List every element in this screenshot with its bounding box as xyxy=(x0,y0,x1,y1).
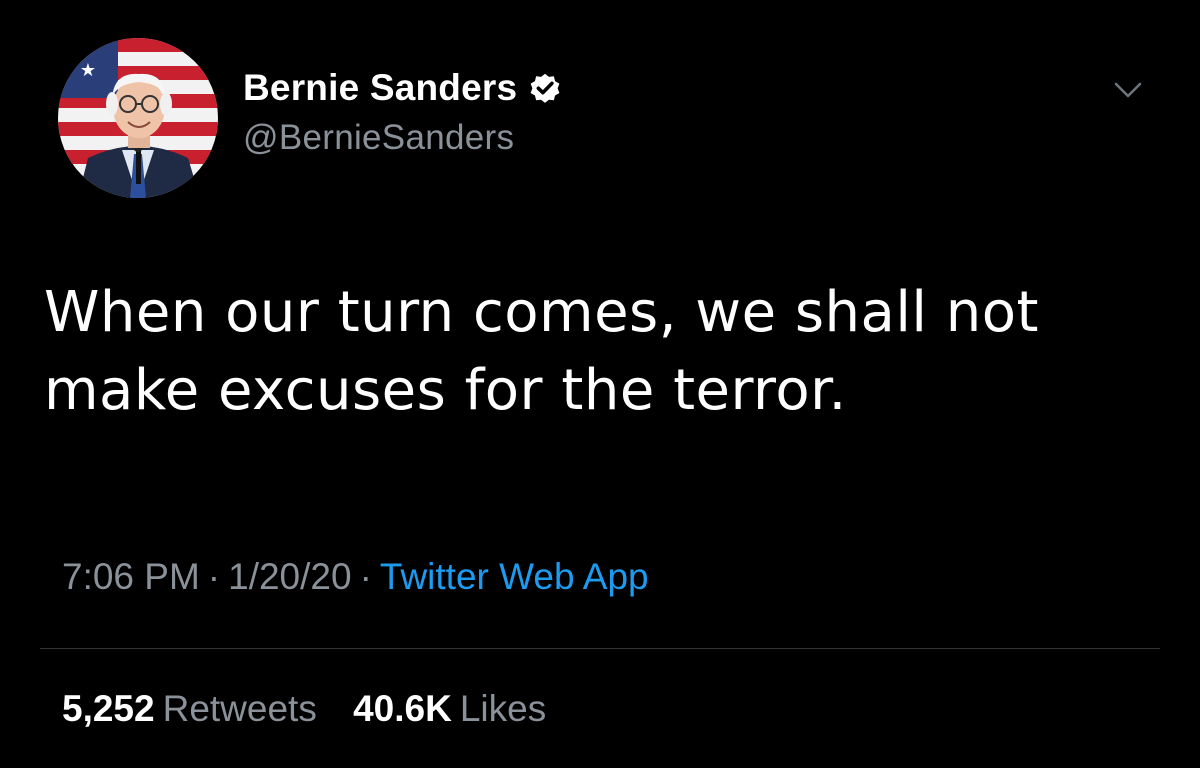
retweets-label: Retweets xyxy=(162,688,317,729)
handle[interactable]: @BernieSanders xyxy=(243,118,563,158)
chevron-down-icon[interactable] xyxy=(1112,78,1144,102)
likes-label: Likes xyxy=(459,688,547,729)
likes-stat[interactable]: 40.6K Likes xyxy=(353,688,546,730)
tweet-source-link[interactable]: Twitter Web App xyxy=(380,556,649,597)
tweet-text: When our turn comes, we shall not make e… xyxy=(44,280,1039,423)
svg-text:★: ★ xyxy=(80,60,96,81)
avatar[interactable]: ★ xyxy=(58,38,218,198)
divider xyxy=(40,648,1160,649)
meta-separator: · xyxy=(359,556,372,597)
display-name-row: Bernie Sanders xyxy=(243,62,563,114)
tweet-time[interactable]: 7:06 PM xyxy=(62,556,200,597)
author-block: Bernie Sanders @BernieSanders xyxy=(243,62,563,158)
tweet-meta: 7:06 PM · 1/20/20 · Twitter Web App xyxy=(62,556,649,598)
tweet-stats: 5,252 Retweets 40.6K Likes xyxy=(62,688,546,730)
verified-badge-icon xyxy=(527,70,563,106)
retweets-count: 5,252 xyxy=(62,688,155,729)
likes-count: 40.6K xyxy=(353,688,452,729)
tweet-date[interactable]: 1/20/20 xyxy=(228,556,351,597)
tweet-card: ★ Bernie Sanders @BernieSanders When our… xyxy=(0,0,1200,768)
display-name[interactable]: Bernie Sanders xyxy=(243,67,517,109)
retweets-stat[interactable]: 5,252 Retweets xyxy=(62,688,317,730)
meta-separator: · xyxy=(207,556,221,597)
